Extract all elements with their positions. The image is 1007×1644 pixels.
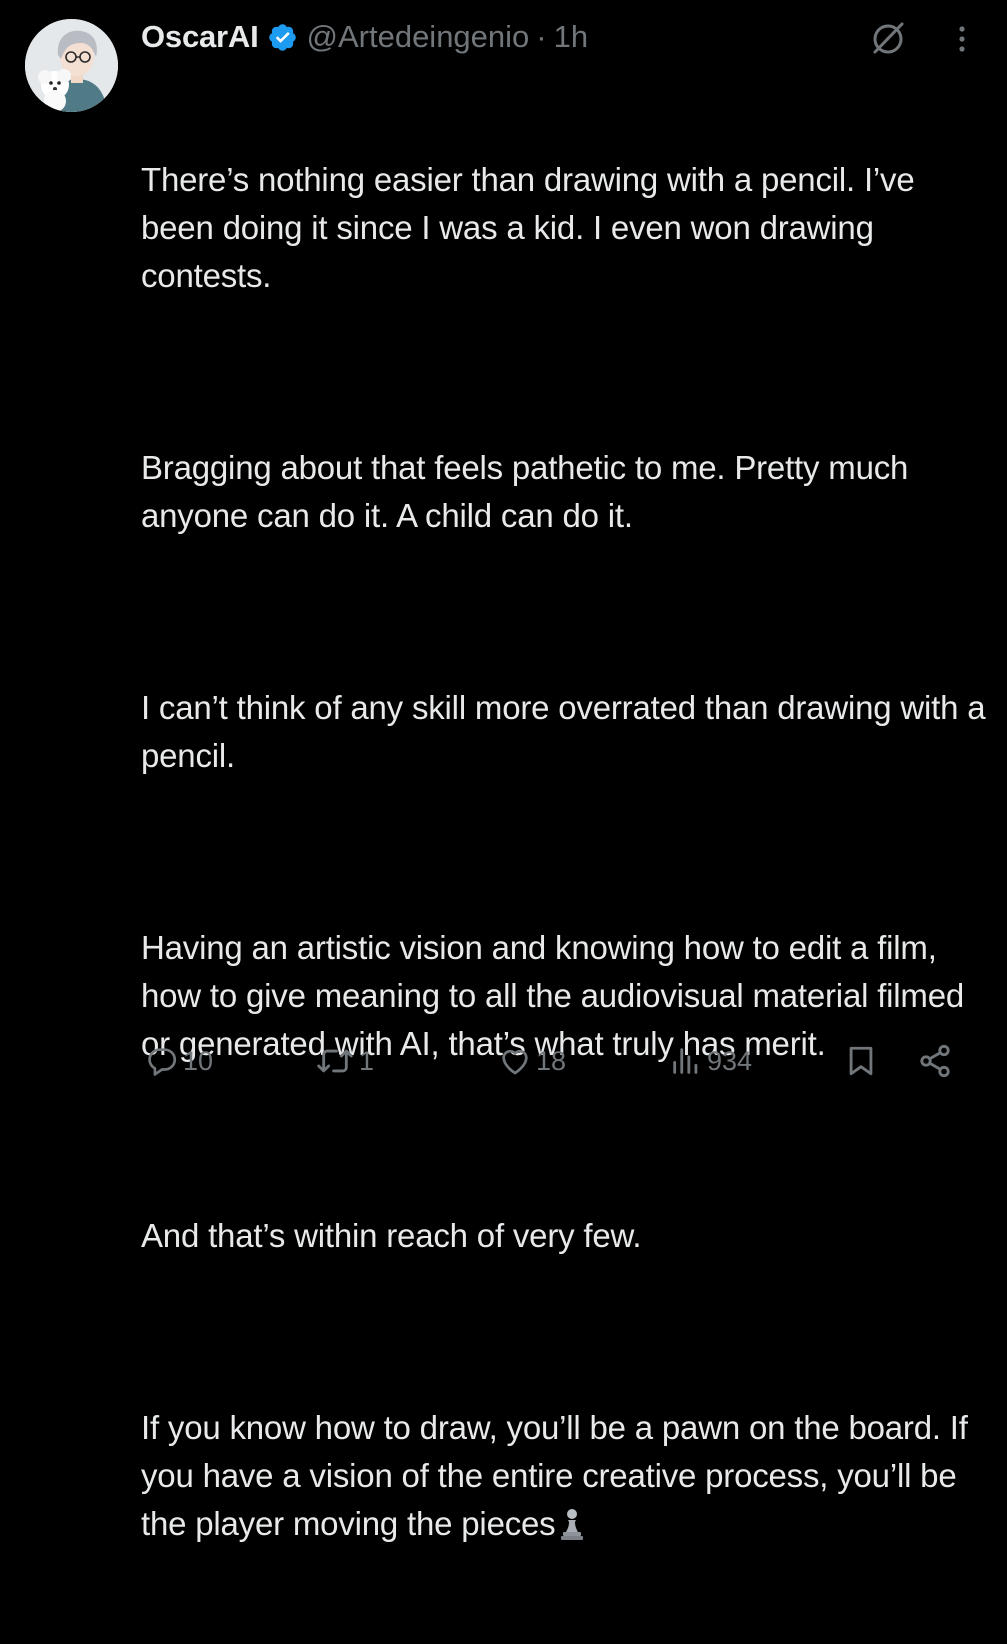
post-paragraph: And that’s within reach of very few. xyxy=(141,1217,642,1254)
verified-badge-icon xyxy=(268,23,296,51)
share-button[interactable] xyxy=(917,1038,953,1084)
author-display-name[interactable]: OscarAI xyxy=(141,19,259,55)
views-analytics-icon xyxy=(673,1048,698,1074)
post-paragraph: There’s nothing easier than drawing with… xyxy=(141,161,924,294)
separator-dot: · xyxy=(536,19,547,54)
author-handle[interactable]: @Artedeingenio xyxy=(307,19,530,55)
repost-count: 1 xyxy=(359,1045,375,1076)
post-text: There’s nothing easier than drawing with… xyxy=(141,60,989,1644)
share-icon xyxy=(920,1044,950,1078)
post-paragraph: Bragging about that feels pathetic to me… xyxy=(141,449,918,534)
post-paragraph-last: If you know how to draw, you’ll be a paw… xyxy=(141,1404,989,1548)
bookmark-icon xyxy=(849,1046,873,1076)
like-button[interactable]: 18 xyxy=(498,1038,566,1084)
repost-button[interactable]: 1 xyxy=(315,1038,374,1084)
repost-icon xyxy=(317,1049,353,1073)
avatar-illustration xyxy=(25,19,118,112)
heart-icon xyxy=(502,1049,528,1075)
avatar[interactable] xyxy=(25,19,118,112)
like-count: 18 xyxy=(536,1045,567,1076)
reply-count: 10 xyxy=(183,1045,214,1076)
post-header: OscarAI @Artedeingenio · 1h xyxy=(141,14,588,60)
post-actions: 10 1 18 934 xyxy=(141,1038,971,1084)
grok-icon[interactable] xyxy=(868,18,908,58)
chess-pawn-icon xyxy=(561,1509,584,1540)
view-count: 934 xyxy=(707,1045,753,1076)
views-button[interactable]: 934 xyxy=(669,1038,752,1084)
reply-icon xyxy=(148,1048,177,1076)
more-options-icon[interactable] xyxy=(948,22,976,56)
post-timestamp[interactable]: 1h xyxy=(554,19,588,55)
post-paragraph: I can’t think of any skill more overrate… xyxy=(141,689,995,774)
reply-button[interactable]: 10 xyxy=(145,1038,213,1084)
bookmark-button[interactable] xyxy=(844,1038,878,1084)
